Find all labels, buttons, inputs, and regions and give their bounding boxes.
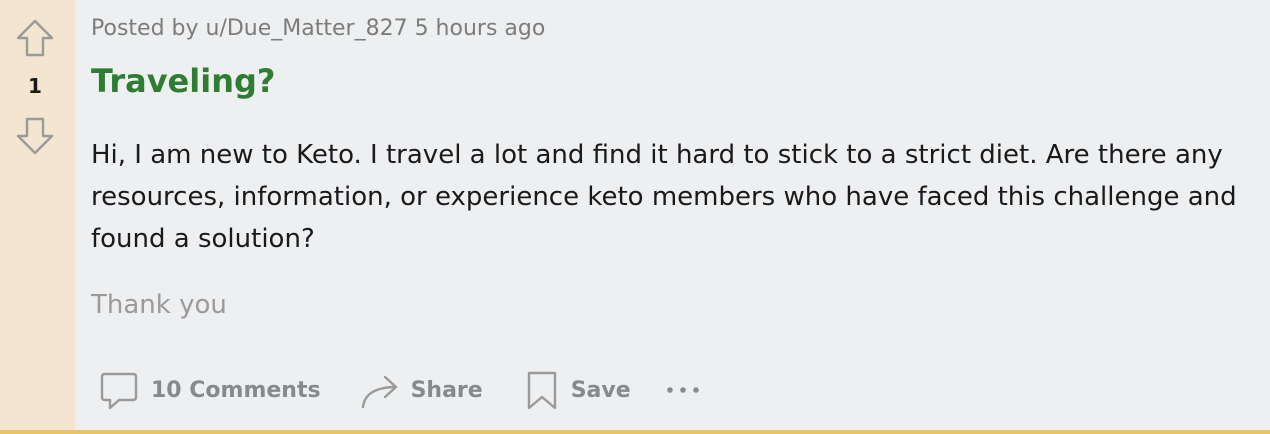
save-button[interactable]: Save xyxy=(525,370,631,410)
comments-button[interactable]: 10 Comments xyxy=(99,370,321,410)
comments-label: 10 Comments xyxy=(151,377,321,403)
upvote-arrow-icon xyxy=(16,19,54,57)
downvote-button[interactable] xyxy=(15,116,55,156)
vote-score: 1 xyxy=(28,74,42,98)
post-title[interactable]: Traveling? xyxy=(91,62,275,100)
post-actions: 10 Comments Share Save xyxy=(99,366,701,414)
post-bottom-border xyxy=(0,430,1270,434)
share-arrow-icon xyxy=(361,375,397,409)
post-card: 1 Posted by u/Due_Matter_827 5 hours ago… xyxy=(0,0,1270,434)
comment-bubble-icon xyxy=(100,372,138,410)
bookmark-icon xyxy=(527,371,556,410)
post-body: Hi, I am new to Keto. I travel a lot and… xyxy=(91,140,1237,254)
post-author[interactable]: Posted by u/Due_Matter_827 xyxy=(91,16,408,41)
post-body-fade: Thank you xyxy=(91,290,227,320)
upvote-button[interactable] xyxy=(15,18,55,58)
save-label: Save xyxy=(570,377,631,403)
more-options-icon xyxy=(666,387,699,393)
share-button[interactable]: Share xyxy=(359,370,483,410)
more-options-button[interactable] xyxy=(665,380,701,400)
vote-column: 1 xyxy=(0,0,75,430)
share-label: Share xyxy=(410,377,483,403)
post-time: 5 hours ago xyxy=(414,16,546,41)
downvote-arrow-icon xyxy=(16,117,54,155)
post-meta: Posted by u/Due_Matter_827 5 hours ago xyxy=(91,16,545,41)
